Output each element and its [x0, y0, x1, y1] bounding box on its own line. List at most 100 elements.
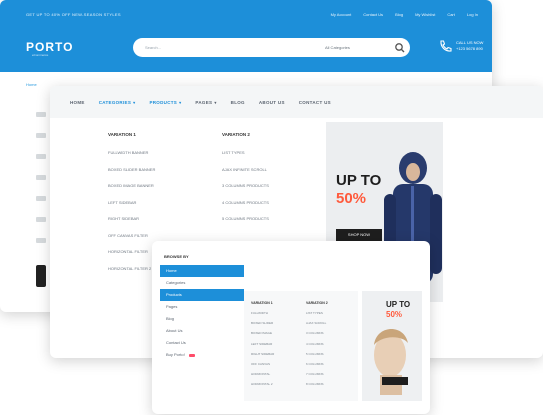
menu-item[interactable]: BOXED IMAGE BANNER — [108, 183, 218, 188]
promo-headline: UP TO — [336, 172, 382, 189]
nav-label: CONTACT US — [298, 99, 331, 105]
submenu-item[interactable]: 5 COLUMNS — [306, 352, 356, 356]
mobile-item-buy[interactable]: Buy Porto! — [160, 349, 244, 361]
submenu-item[interactable]: LIST TYPES — [306, 311, 356, 315]
search-icon[interactable] — [393, 41, 407, 54]
promo-percent: 50% — [336, 190, 367, 207]
menu-item[interactable]: RIGHT SIDEBAR — [108, 216, 218, 221]
search-category-select[interactable]: All Categories — [325, 45, 350, 50]
menu-item[interactable]: LEFT SIDEBAR — [108, 200, 218, 205]
top-link-wishlist[interactable]: My Wishlist — [415, 12, 435, 17]
shop-now-button[interactable]: SHOP NOW — [336, 229, 382, 241]
item-label: Categories — [166, 280, 186, 285]
nav-label: HOME — [70, 99, 85, 105]
mobile-promo-banner[interactable]: UP TO 50% — [362, 291, 422, 401]
mobile-item-home[interactable]: Home — [160, 265, 244, 277]
nav-item-about[interactable]: ABOUT US — [259, 100, 285, 105]
column-heading: VARIATION 1 — [108, 132, 136, 137]
logo[interactable]: PORTO — [26, 40, 73, 54]
phone-block: CALL US NOW +123 5678 890 — [456, 40, 483, 52]
submenu-item[interactable]: 3 COLUMNS — [306, 331, 356, 335]
menu-item[interactable]: OFF CANVAS FILTER — [108, 233, 218, 238]
column-heading: VARIATION 1 — [251, 301, 273, 305]
phone-icon — [440, 40, 452, 52]
column-heading: VARIATION 2 — [306, 301, 328, 305]
submenu-item[interactable]: BOXED SLIDER — [251, 321, 301, 325]
item-label: About Us — [166, 328, 183, 333]
search-input[interactable]: Search... — [145, 45, 161, 50]
top-link-login[interactable]: Log In — [467, 12, 478, 17]
shop-now-button[interactable] — [382, 377, 408, 385]
mobile-menu-title: BROWSE BY — [164, 254, 189, 259]
item-label: Contact Us — [166, 340, 186, 345]
menu-item[interactable]: 3 COLUMNS PRODUCTS — [222, 183, 332, 188]
sidebar-item[interactable] — [36, 154, 46, 159]
top-link-contact[interactable]: Contact Us — [363, 12, 383, 17]
mobile-menu-window: BROWSE BY Home Categories Products Pages… — [152, 241, 430, 414]
nav-item-pages[interactable]: PAGES ▾ — [195, 100, 216, 105]
promo-percent: 50% — [386, 310, 403, 319]
chevron-down-icon: ▾ — [133, 99, 136, 105]
nav-item-contact[interactable]: CONTACT US — [299, 100, 331, 105]
submenu-item[interactable]: 6 COLUMNS — [306, 362, 356, 366]
item-label: Pages — [166, 304, 178, 309]
sidebar-placeholder — [36, 112, 46, 259]
nav-item-categories[interactable]: CATEGORIES ▾ — [99, 100, 136, 105]
menu-item[interactable]: AJAX INFINITE SCROLL — [222, 167, 332, 172]
sidebar-item[interactable] — [36, 112, 46, 117]
submenu-item[interactable]: 4 COLUMNS — [306, 342, 356, 346]
menu-item[interactable]: BOXED SLIDER BANNER — [108, 167, 218, 172]
search-bar[interactable]: Search... All Categories — [133, 38, 410, 57]
mobile-item-blog[interactable]: Blog — [160, 313, 244, 325]
menu-item[interactable]: 4 COLUMNS PRODUCTS — [222, 200, 332, 205]
phone-number[interactable]: +123 5678 890 — [456, 46, 483, 52]
submenu-item[interactable]: AJAX SCROLL — [306, 321, 356, 325]
submenu-column-1: VARIATION 1 FULLWIDTH BOXED SLIDER BOXED… — [251, 301, 301, 393]
column-heading: VARIATION 2 — [222, 132, 250, 137]
nav-label: PAGES — [195, 99, 213, 105]
top-link-account[interactable]: My Account — [331, 12, 352, 17]
header-bar: GET UP TO 40% OFF NEW-SEASON STYLES My A… — [0, 0, 492, 72]
submenu-item[interactable]: HORIZONTAL — [251, 372, 301, 376]
sidebar-item[interactable] — [36, 196, 46, 201]
breadcrumb[interactable]: Home — [26, 82, 37, 87]
submenu-item[interactable]: RIGHT SIDEBAR — [251, 352, 301, 356]
sidebar-item[interactable] — [36, 133, 46, 138]
menu-item[interactable]: LIST TYPES — [222, 150, 332, 155]
mobile-item-about[interactable]: About Us — [160, 325, 244, 337]
item-label: Home — [166, 268, 177, 273]
submenu-item[interactable]: OFF CANVAS — [251, 362, 301, 366]
menu-item[interactable]: 5 COLUMNS PRODUCTS — [222, 216, 332, 221]
mobile-menu-list: Home Categories Products Pages Blog Abou… — [160, 265, 244, 361]
sidebar-item[interactable] — [36, 217, 46, 222]
top-link-cart[interactable]: Cart — [447, 12, 455, 17]
nav-item-home[interactable]: HOME — [70, 100, 85, 105]
submenu-item[interactable]: LEFT SIDEBAR — [251, 342, 301, 346]
sidebar-item[interactable] — [36, 175, 46, 180]
nav-label: CATEGORIES — [98, 99, 132, 105]
sidebar-item[interactable] — [36, 238, 46, 243]
item-label: Blog — [166, 316, 175, 321]
mobile-item-products[interactable]: Products — [160, 289, 244, 301]
top-links: My Account Contact Us Blog My Wishlist C… — [331, 12, 478, 17]
menu-item[interactable]: FULLWIDTH BANNER — [108, 150, 218, 155]
promo-notice: GET UP TO 40% OFF NEW-SEASON STYLES — [26, 12, 121, 17]
nav-item-blog[interactable]: BLOG — [231, 100, 245, 105]
sidebar-button[interactable] — [36, 265, 46, 287]
mobile-item-contact[interactable]: Contact Us — [160, 337, 244, 349]
submenu-item[interactable]: 8 COLUMNS — [306, 382, 356, 386]
mobile-item-categories[interactable]: Categories — [160, 277, 244, 289]
promo-headline: UP TO — [386, 300, 411, 309]
chevron-down-icon: ▾ — [214, 99, 217, 105]
top-link-blog[interactable]: Blog — [395, 12, 403, 17]
mobile-item-pages[interactable]: Pages — [160, 301, 244, 313]
submenu-item[interactable]: 7 COLUMNS — [306, 372, 356, 376]
item-label: Buy Porto! — [166, 352, 185, 357]
submenu-item[interactable]: FULLWIDTH — [251, 311, 301, 315]
nav-item-products[interactable]: PRODUCTS ▾ — [149, 100, 181, 105]
hot-badge — [188, 353, 195, 357]
submenu-item[interactable]: HORIZONTAL 2 — [251, 382, 301, 386]
submenu-item[interactable]: BOXED IMAGE — [251, 331, 301, 335]
nav-label: ABOUT US — [258, 99, 285, 105]
chevron-down-icon: ▾ — [179, 99, 182, 105]
